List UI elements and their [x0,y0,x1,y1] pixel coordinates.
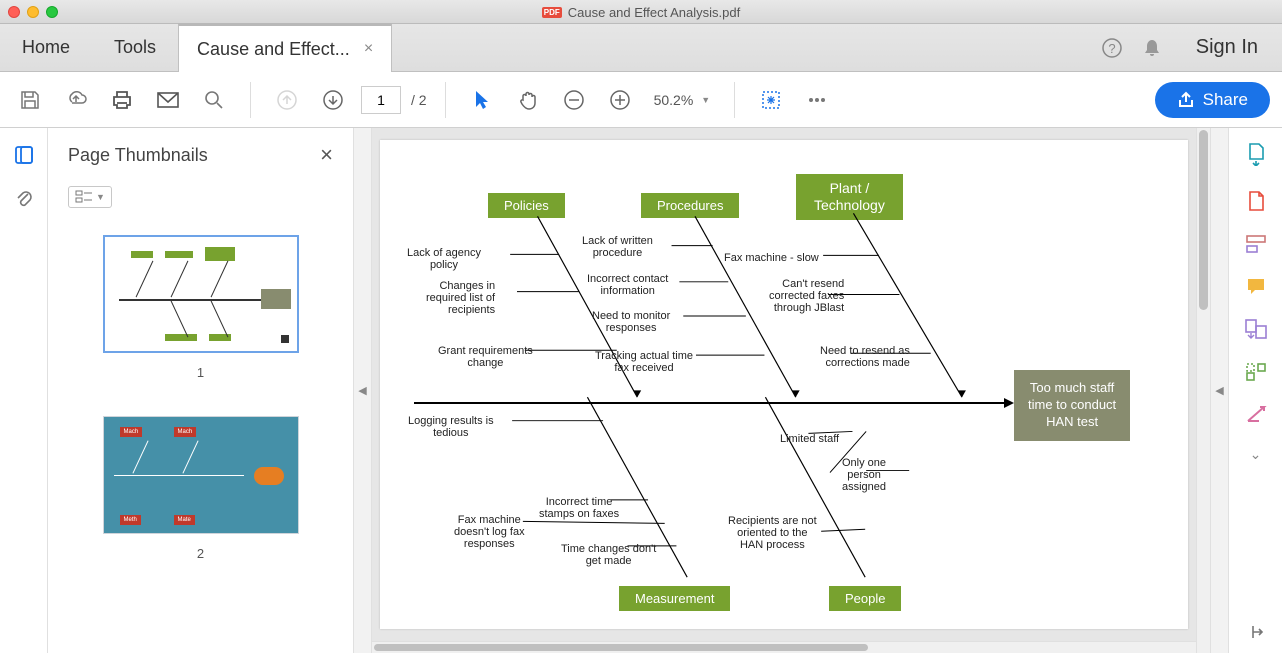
window-title: Cause and Effect Analysis.pdf [568,5,740,20]
more-rail-icon[interactable]: ⌄ [1250,446,1262,463]
app-tabs: Home Tools Cause and Effect... × ? Sign … [0,24,1282,72]
svg-text:?: ? [1108,41,1115,56]
tab-close-button[interactable]: × [364,40,373,58]
sign-in-button[interactable]: Sign In [1172,36,1282,59]
email-icon[interactable] [150,82,186,118]
cause-label: Incorrect time stamps on faxes [539,496,619,520]
window-controls [8,6,58,18]
thumbnail-label-2: 2 [197,546,204,561]
cause-label: Grant requirements change [438,345,533,369]
cause-label: Need to monitor responses [592,310,670,334]
cause-label: Need to resend as corrections made [820,345,910,369]
zoom-out-icon[interactable] [556,82,592,118]
attachments-rail-icon[interactable] [14,188,34,210]
tab-document-label: Cause and Effect... [197,39,350,60]
zoom-value: 50.2% [654,92,694,108]
close-window-icon[interactable] [8,6,20,18]
cause-label: Logging results is tedious [408,415,494,439]
left-rail [0,128,48,653]
notifications-icon[interactable] [1132,28,1172,68]
cause-label: Can't resend corrected faxes through JBl… [769,278,844,314]
fit-tool-icon[interactable] [753,82,789,118]
cause-label: Fax machine doesn't log fax responses [454,514,525,550]
thumbnails-title: Page Thumbnails [68,145,208,166]
thumbnail-page-1[interactable] [103,235,299,353]
cause-label: Lack of agency policy [407,247,481,271]
tab-document[interactable]: Cause and Effect... × [178,23,392,72]
cause-label: Changes in required list of recipients [426,280,495,316]
chevron-down-icon: ▼ [701,95,710,105]
vertical-scrollbar[interactable] [1196,128,1210,653]
help-icon[interactable]: ? [1092,28,1132,68]
cause-label: Time changes don't get made [561,543,656,567]
share-label: Share [1203,90,1248,110]
select-tool-icon[interactable] [464,82,500,118]
thumbnails-panel: Page Thumbnails × ▼ [48,128,354,653]
share-icon [1177,91,1195,109]
cause-label: Only one person assigned [842,457,886,493]
toolbar: / 2 50.2% ▼ Share [0,72,1282,128]
close-panel-button[interactable]: × [320,142,333,168]
zoom-level-dropdown[interactable]: 50.2% ▼ [648,90,717,110]
thumbnail-label-1: 1 [197,365,204,380]
pdf-page-1: Policies Procedures Plant / Technology M… [380,140,1188,629]
page-view: Policies Procedures Plant / Technology M… [372,128,1210,653]
page-number-input[interactable] [361,86,401,114]
thumbnail-options-dropdown[interactable]: ▼ [68,186,112,208]
export-pdf-icon[interactable] [1245,142,1267,166]
cause-label: Incorrect contact information [587,273,668,297]
right-rail: ⌄ [1228,128,1282,653]
comment-icon[interactable] [1245,276,1267,296]
cloud-upload-icon[interactable] [58,82,94,118]
collapse-left-button[interactable]: ◀ [354,128,372,653]
collapse-right-button[interactable]: ◀ [1210,128,1228,653]
pdf-icon: PDF [542,7,562,18]
save-icon[interactable] [12,82,48,118]
collapse-rail-icon[interactable] [1247,623,1265,641]
create-pdf-icon[interactable] [1245,188,1267,212]
minimize-window-icon[interactable] [27,6,39,18]
chevron-down-icon: ▼ [96,192,105,202]
cause-label: Lack of written procedure [582,235,653,259]
tab-tools[interactable]: Tools [92,24,178,71]
search-icon[interactable] [196,82,232,118]
tab-home[interactable]: Home [0,24,92,71]
hand-tool-icon[interactable] [510,82,546,118]
cause-label: Recipients are not oriented to the HAN p… [728,515,817,551]
thumbnails-rail-icon[interactable] [13,144,35,166]
zoom-in-icon[interactable] [602,82,638,118]
cause-label: Tracking actual time fax received [595,350,693,374]
page-up-icon[interactable] [269,82,305,118]
edit-pdf-icon[interactable] [1245,234,1267,254]
maximize-window-icon[interactable] [46,6,58,18]
print-icon[interactable] [104,82,140,118]
cause-label: Fax machine - slow [724,252,819,264]
thumbnail-page-2[interactable]: Mach Mach Meth Mate [103,416,299,534]
horizontal-scrollbar[interactable] [372,641,1196,653]
organize-icon[interactable] [1245,362,1267,382]
title-bar: PDF Cause and Effect Analysis.pdf [0,0,1282,24]
more-tools-icon[interactable] [799,82,835,118]
share-button[interactable]: Share [1155,82,1270,118]
page-total: / 2 [411,92,427,108]
sign-icon[interactable] [1245,404,1267,424]
cause-label: Limited staff [780,433,839,445]
page-down-icon[interactable] [315,82,351,118]
combine-icon[interactable] [1244,318,1268,340]
